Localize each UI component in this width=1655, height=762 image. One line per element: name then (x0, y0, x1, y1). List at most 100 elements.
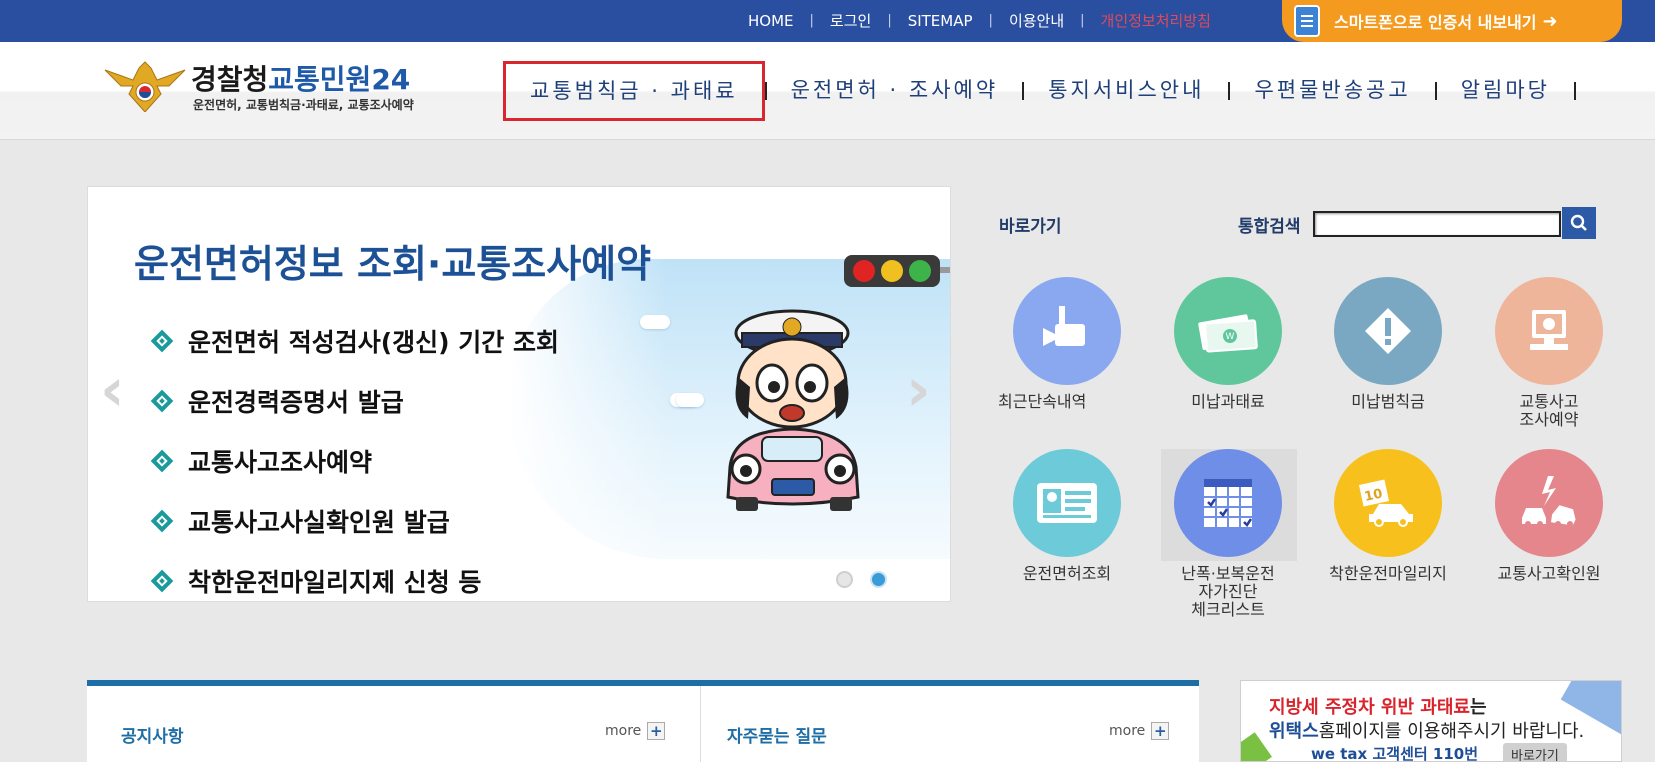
logo-title: 경찰청교통민원24 (191, 58, 410, 98)
banner-feature-list: 운전면허 적성검사(갱신) 기간 조회 운전경력증명서 발급 교통사고조사예약 … (150, 311, 559, 601)
separator: | (988, 13, 993, 28)
separator: | (887, 13, 892, 28)
quick-link-unpaid-fines[interactable]: W 미납과태료 (1153, 277, 1303, 411)
money-icon: W (1174, 277, 1282, 385)
export-certificate-label: 스마트폰으로 인증서 내보내기 (1334, 13, 1537, 32)
logo-tagline: 운전면허, 교통범칙금·과태료, 교통조사예약 (193, 98, 414, 112)
banner-feature-item: 교통사고조사예약 (150, 431, 559, 491)
banner-feature-item: 운전경력증명서 발급 (150, 371, 559, 431)
search-icon (1570, 214, 1587, 231)
more-label: more (1109, 723, 1146, 739)
quick-link-safe-driving-mileage[interactable]: 10 착한운전마일리지 (1313, 449, 1463, 583)
smartphone-icon (1294, 5, 1320, 37)
quick-link-recent-enforcement[interactable]: 최근단속내역 (992, 277, 1142, 411)
checklist-icon (1174, 449, 1282, 557)
quick-link-road-rage-checklist[interactable]: 난폭·보복운전 자가진단 체크리스트 (1153, 449, 1303, 619)
wetax-line2: 위택스홈페이지를 이용해주시기 바랍니다. (1269, 717, 1584, 743)
traffic-light-icon (844, 255, 940, 287)
wetax-line1-rest: 는 (1469, 697, 1487, 718)
nav-license-reservation[interactable]: 운전면허 · 조사예약 (767, 62, 1023, 120)
banner-feature-item: 착한운전마일리지제 신청 등 (150, 551, 559, 601)
quick-link-label: 착한운전마일리지 (1329, 564, 1447, 583)
cloud (640, 315, 670, 329)
diamond-bullet-icon (150, 569, 174, 593)
quick-link-label: 교통사고확인원 (1497, 564, 1601, 583)
quick-link-unpaid-penalties[interactable]: 미납범칙금 (1313, 277, 1463, 411)
notice-more-button[interactable]: more + (605, 722, 666, 740)
notice-board: 공지사항 more + (87, 686, 700, 762)
diamond-bullet-icon (150, 329, 174, 353)
wetax-callcenter-text: 고객센터 110번 (1372, 745, 1479, 762)
license-card-icon (1013, 449, 1121, 557)
svg-text:W: W (1226, 332, 1235, 342)
quick-link-label: 미납과태료 (1191, 392, 1265, 411)
wetax-callcenter: we tax 고객센터 110번 (1311, 743, 1479, 762)
quick-link-label: 최근단속내역 (998, 392, 1087, 411)
nav-separator (1573, 82, 1576, 100)
camera-icon (1013, 277, 1121, 385)
warning-sign-icon (1334, 277, 1442, 385)
banner-feature-label: 운전경력증명서 발급 (188, 388, 404, 417)
separator: | (809, 13, 814, 28)
wetax-line2-rest: 홈페이지를 이용해주시기 바랍니다. (1318, 721, 1585, 742)
faq-title[interactable]: 자주묻는 질문 (727, 722, 827, 747)
top-bar: HOME | 로그인 | SITEMAP | 이용안내 | 개인정보처리방침 스… (0, 0, 1655, 42)
main-navigation: 교통범칙금 · 과태료 운전면허 · 조사예약 통지서비스안내 우편물반송공고 … (503, 42, 1576, 140)
quick-link-accident-reservation[interactable]: 교통사고 조사예약 (1474, 277, 1624, 429)
nav-notice-service[interactable]: 통지서비스안내 (1024, 62, 1228, 120)
banner-title: 운전면허정보 조회·교통조사예약 (134, 242, 652, 286)
yellow-light (881, 260, 903, 282)
computer-icon (1495, 277, 1603, 385)
usage-guide-link[interactable]: 이용안내 (1009, 10, 1064, 31)
slide-dot-1[interactable] (836, 571, 853, 588)
board-section: 공지사항 more + 자주묻는 질문 more + (87, 680, 1199, 762)
quick-link-label: 운전면허조회 (1022, 564, 1112, 583)
quick-link-license-lookup[interactable]: 운전면허조회 (992, 449, 1142, 583)
arrow-right-icon: ➜ (1542, 10, 1558, 32)
header: 경찰청교통민원24 운전면허, 교통범칙금·과태료, 교통조사예약 교통범칙금 … (0, 42, 1655, 140)
more-label: more (605, 723, 642, 739)
diamond-bullet-icon (150, 509, 174, 533)
banner-pagination (836, 571, 887, 588)
search-button[interactable] (1562, 207, 1596, 239)
wetax-banner[interactable]: 지방세 주정차 위반 과태료는 위택스홈페이지를 이용해주시기 바랍니다. we… (1240, 680, 1622, 762)
wetax-line1: 지방세 주정차 위반 과태료는 (1269, 693, 1487, 719)
police-emblem-icon (104, 61, 186, 112)
search-label: 통합검색 (1238, 217, 1301, 237)
site-logo[interactable]: 경찰청교통민원24 운전면허, 교통범칙금·과태료, 교통조사예약 (103, 58, 443, 118)
banner-feature-label: 교통사고사실확인원 발급 (188, 508, 450, 537)
search-input[interactable] (1313, 211, 1561, 237)
wetax-logo: we tax (1311, 745, 1368, 762)
main-banner[interactable]: 운전면허정보 조회·교통조사예약 운전면허 적성검사(갱신) 기간 조회 운전경… (87, 186, 951, 602)
notice-title[interactable]: 공지사항 (121, 722, 184, 747)
quick-links-title: 바로가기 (999, 217, 1062, 237)
mileage-car-icon: 10 (1334, 449, 1442, 557)
banner-prev-arrow-icon[interactable]: ‹ (100, 355, 125, 425)
wetax-go-button[interactable]: 바로가기 (1503, 743, 1567, 761)
faq-more-button[interactable]: more + (1109, 722, 1170, 740)
login-link[interactable]: 로그인 (830, 10, 871, 31)
sitemap-link[interactable]: SITEMAP (908, 12, 973, 30)
quick-link-label: 미납범칙금 (1351, 392, 1425, 411)
quick-link-label: 난폭·보복운전 자가진단 체크리스트 (1181, 564, 1275, 619)
nav-returned-mail[interactable]: 우편물반송공고 (1230, 62, 1434, 120)
quick-link-accident-certificate[interactable]: 교통사고확인원 (1474, 449, 1624, 583)
banner-feature-label: 교통사고조사예약 (188, 448, 373, 477)
wetax-line2-bold: 위택스 (1269, 721, 1319, 742)
slide-dot-2[interactable] (870, 571, 887, 588)
banner-feature-item: 운전면허 적성검사(갱신) 기간 조회 (150, 311, 559, 371)
banner-feature-label: 착한운전마일리지제 신청 등 (188, 568, 482, 597)
nav-fines-penalties[interactable]: 교통범칙금 · 과태료 (503, 61, 765, 121)
banner-next-arrow-icon[interactable]: › (906, 355, 931, 425)
home-link[interactable]: HOME (748, 12, 794, 30)
diamond-bullet-icon (150, 389, 174, 413)
diamond-bullet-icon (150, 449, 174, 473)
privacy-policy-link[interactable]: 개인정보처리방침 (1101, 10, 1211, 31)
export-certificate-button[interactable]: 스마트폰으로 인증서 내보내기 ➜ (1282, 0, 1622, 42)
faq-board: 자주묻는 질문 more + (700, 686, 1199, 762)
wetax-line1-highlight: 지방세 주정차 위반 과태료 (1269, 697, 1470, 718)
banner-feature-label: 운전면허 적성검사(갱신) 기간 조회 (188, 328, 559, 357)
separator: | (1080, 13, 1085, 28)
nav-notice-board[interactable]: 알림마당 (1437, 62, 1574, 120)
police-mascot-illustration (726, 309, 860, 511)
